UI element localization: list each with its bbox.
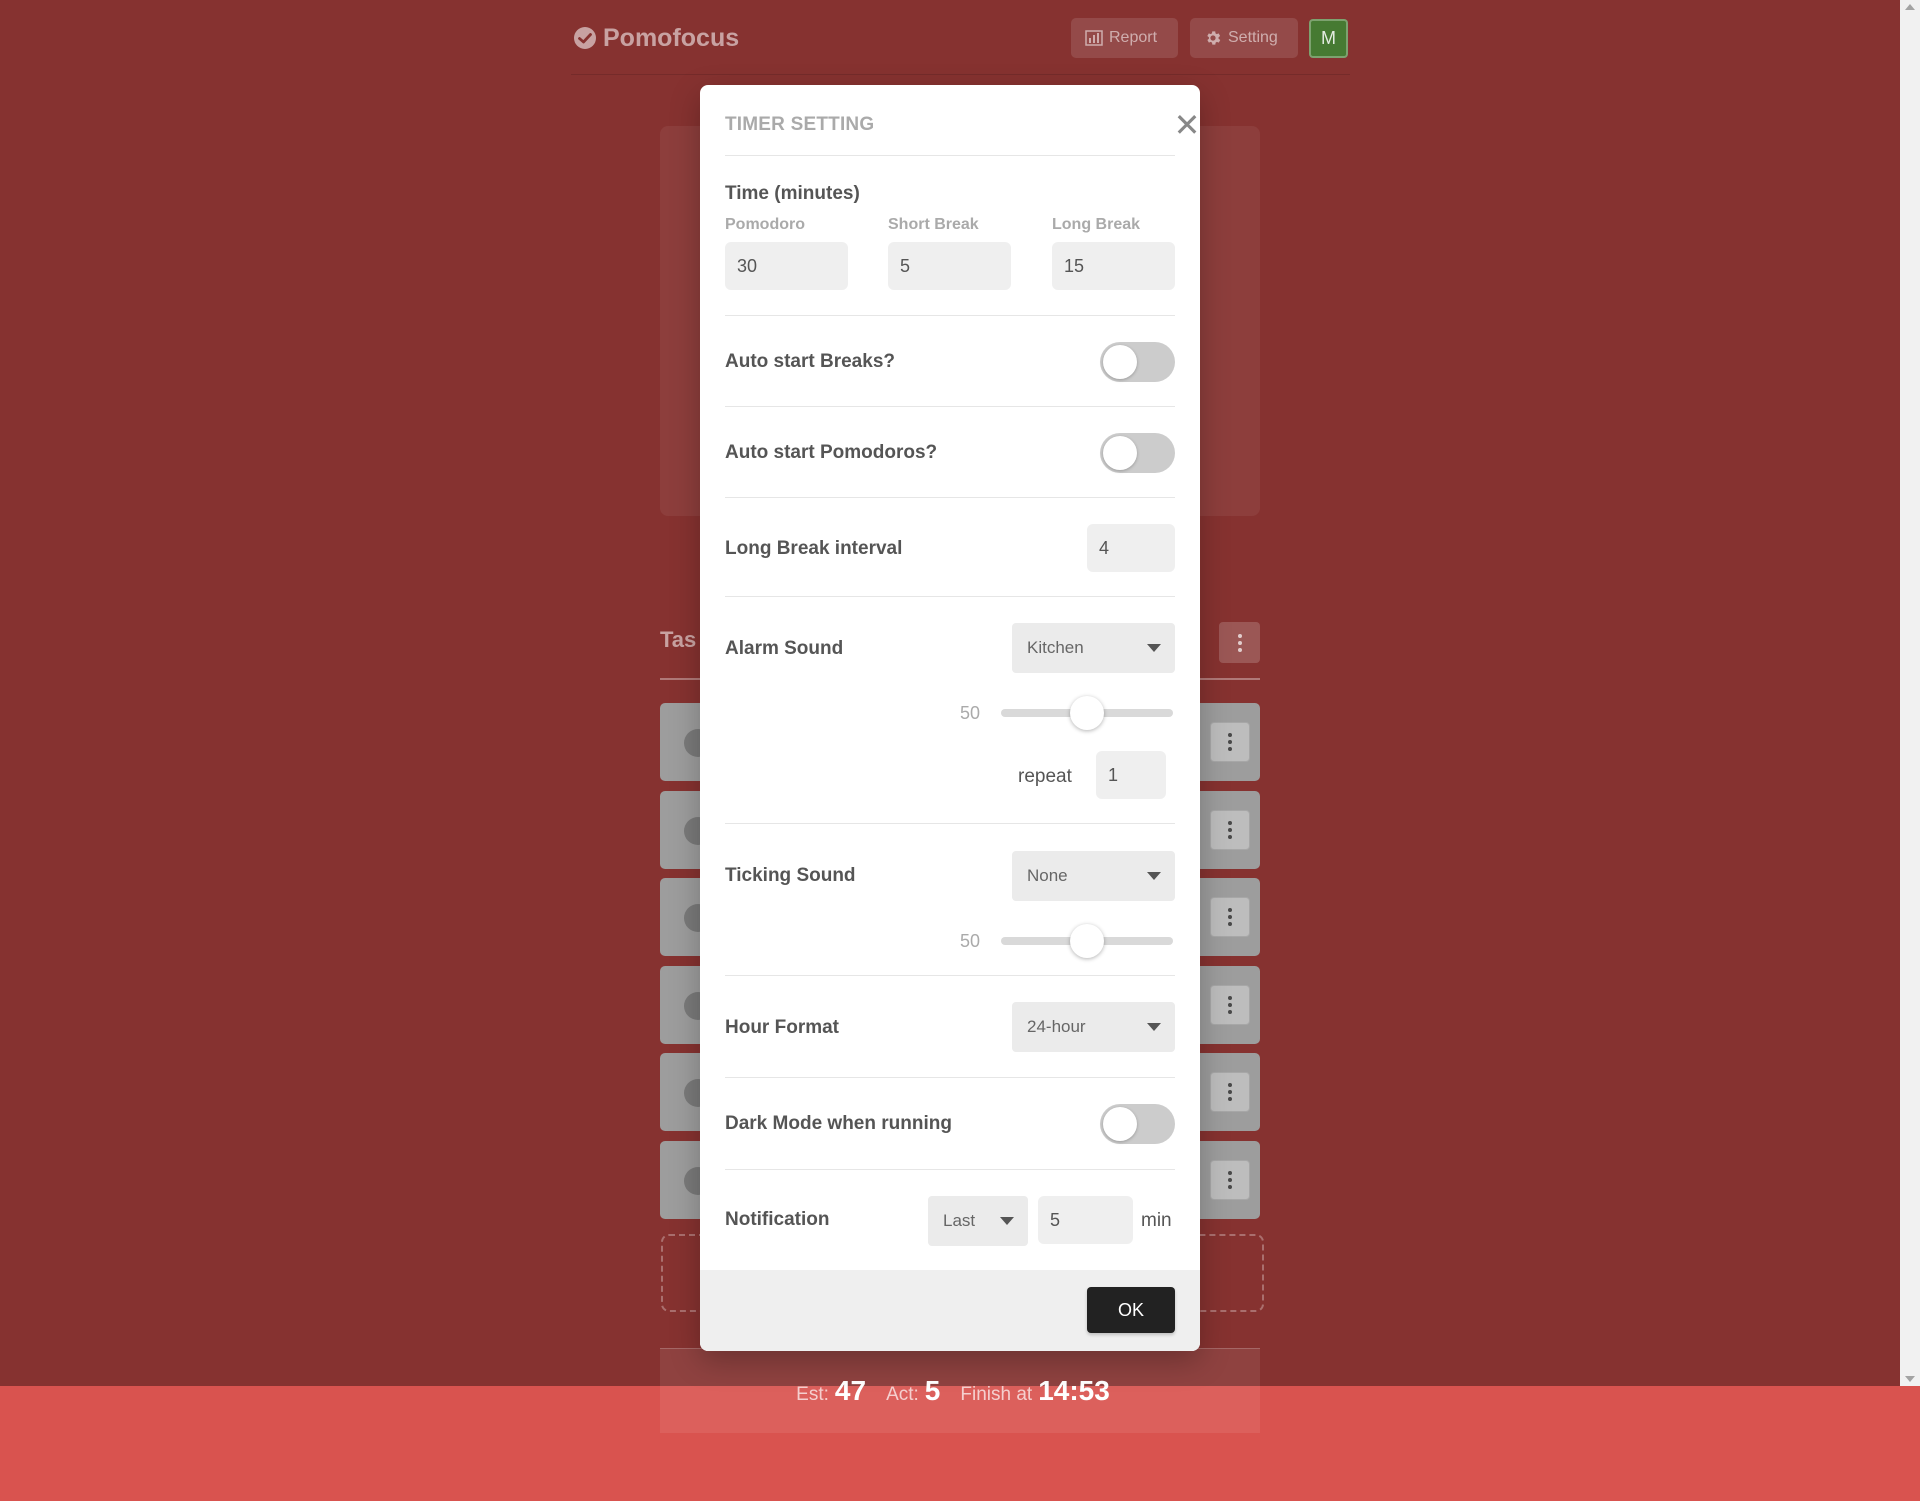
bar-chart-icon — [1085, 30, 1103, 46]
ticking-sound-selected: None — [1027, 866, 1068, 885]
report-button[interactable]: Report — [1071, 18, 1178, 58]
gear-icon — [1207, 31, 1221, 45]
hour-format-select[interactable]: 24-hour — [1012, 1002, 1175, 1052]
notification-minutes-input[interactable] — [1038, 1196, 1133, 1244]
scroll-down-icon[interactable] — [1905, 1376, 1915, 1382]
setting-label: Setting — [1228, 29, 1278, 46]
short-break-input[interactable] — [888, 242, 1011, 290]
check-circle-icon — [574, 27, 596, 49]
alarm-sound-select[interactable]: Kitchen — [1012, 623, 1175, 673]
time-section-label: Time (minutes) — [725, 183, 860, 204]
modal-title: TIMER SETTING — [725, 114, 875, 135]
divider — [725, 497, 1175, 498]
task-menu-button[interactable] — [1210, 810, 1250, 850]
notification-selected: Last — [943, 1211, 976, 1230]
ticking-volume-slider[interactable] — [1001, 924, 1173, 958]
scroll-up-icon[interactable] — [1905, 4, 1915, 10]
alarm-volume-value: 50 — [960, 703, 981, 723]
setting-button[interactable]: Setting — [1190, 18, 1298, 58]
divider — [725, 406, 1175, 407]
more-vertical-icon — [1228, 1171, 1232, 1189]
notification-unit: min — [1141, 1210, 1172, 1231]
divider — [725, 1077, 1175, 1078]
divider — [725, 155, 1175, 156]
est-label: Est: — [796, 1384, 829, 1405]
logo-text: Pomofocus — [603, 23, 740, 52]
notification-select[interactable]: Last — [928, 1196, 1028, 1246]
toggle-knob — [1103, 436, 1137, 470]
more-vertical-icon — [1237, 633, 1242, 652]
finish-value: 14:53 — [1038, 1375, 1110, 1406]
task-menu-button[interactable] — [1210, 985, 1250, 1025]
alarm-sound-selected: Kitchen — [1027, 638, 1084, 657]
ok-button[interactable]: OK — [1087, 1287, 1175, 1333]
alarm-sound-label: Alarm Sound — [725, 638, 844, 659]
long-break-input[interactable] — [1052, 242, 1175, 290]
task-menu-button[interactable] — [1210, 897, 1250, 937]
dark-mode-label: Dark Mode when running — [725, 1113, 952, 1134]
pomodoro-label: Pomodoro — [725, 216, 805, 233]
report-label: Report — [1109, 29, 1158, 46]
tasks-title: Tas — [660, 627, 697, 652]
task-menu-button[interactable] — [1210, 722, 1250, 762]
tasks-menu-button[interactable] — [1219, 622, 1260, 663]
slider-thumb[interactable] — [1070, 696, 1104, 730]
more-vertical-icon — [1228, 996, 1232, 1014]
divider — [725, 1169, 1175, 1170]
hour-format-selected: 24-hour — [1027, 1017, 1086, 1036]
modal-footer: OK — [700, 1270, 1200, 1351]
act-value: 5 — [924, 1375, 941, 1406]
summary-line: Est: 47 Act: 5 Finish at 14:53 — [660, 1375, 1260, 1407]
repeat-input[interactable] — [1096, 751, 1166, 799]
act-label: Act: — [886, 1384, 919, 1405]
app-logo[interactable]: Pomofocus — [573, 20, 739, 56]
alarm-volume-slider[interactable] — [1001, 696, 1173, 730]
divider — [725, 823, 1175, 824]
more-vertical-icon — [1228, 1083, 1232, 1101]
scrollbar[interactable] — [1900, 0, 1920, 1386]
divider — [725, 975, 1175, 976]
pomodoro-input[interactable] — [725, 242, 848, 290]
est-value: 47 — [834, 1375, 867, 1406]
chevron-down-icon — [1147, 1023, 1161, 1031]
auto-start-breaks-label: Auto start Breaks? — [725, 351, 895, 372]
ticking-sound-select[interactable]: None — [1012, 851, 1175, 901]
dark-mode-toggle[interactable] — [1100, 1104, 1175, 1144]
hour-format-label: Hour Format — [725, 1017, 839, 1038]
ticking-volume-value: 50 — [960, 931, 981, 951]
long-break-interval-input[interactable] — [1087, 524, 1175, 572]
chevron-down-icon — [1147, 644, 1161, 652]
chevron-down-icon — [1147, 872, 1161, 880]
toggle-knob — [1103, 1107, 1137, 1141]
more-vertical-icon — [1228, 733, 1232, 751]
auto-start-pomodoros-toggle[interactable] — [1100, 433, 1175, 473]
finish-label: Finish at — [960, 1384, 1033, 1405]
task-menu-button[interactable] — [1210, 1072, 1250, 1112]
ticking-sound-label: Ticking Sound — [725, 865, 856, 886]
long-break-interval-label: Long Break interval — [725, 538, 903, 559]
chevron-down-icon — [1000, 1217, 1014, 1225]
divider — [725, 596, 1175, 597]
slider-thumb[interactable] — [1070, 924, 1104, 958]
more-vertical-icon — [1228, 821, 1232, 839]
header-divider — [571, 74, 1350, 75]
toggle-knob — [1103, 345, 1137, 379]
more-vertical-icon — [1228, 908, 1232, 926]
divider — [725, 315, 1175, 316]
close-icon[interactable]: ✕ — [1171, 109, 1200, 141]
auto-start-breaks-toggle[interactable] — [1100, 342, 1175, 382]
repeat-label: repeat — [1018, 766, 1072, 787]
notification-label: Notification — [725, 1209, 830, 1230]
auto-start-pomodoros-label: Auto start Pomodoros? — [725, 442, 938, 463]
timer-setting-modal: TIMER SETTING ✕ Time (minutes) Pomodoro … — [700, 85, 1200, 1351]
long-break-label: Long Break — [1052, 216, 1141, 233]
task-menu-button[interactable] — [1210, 1160, 1250, 1200]
short-break-label: Short Break — [888, 216, 979, 233]
avatar[interactable]: M — [1309, 19, 1348, 58]
